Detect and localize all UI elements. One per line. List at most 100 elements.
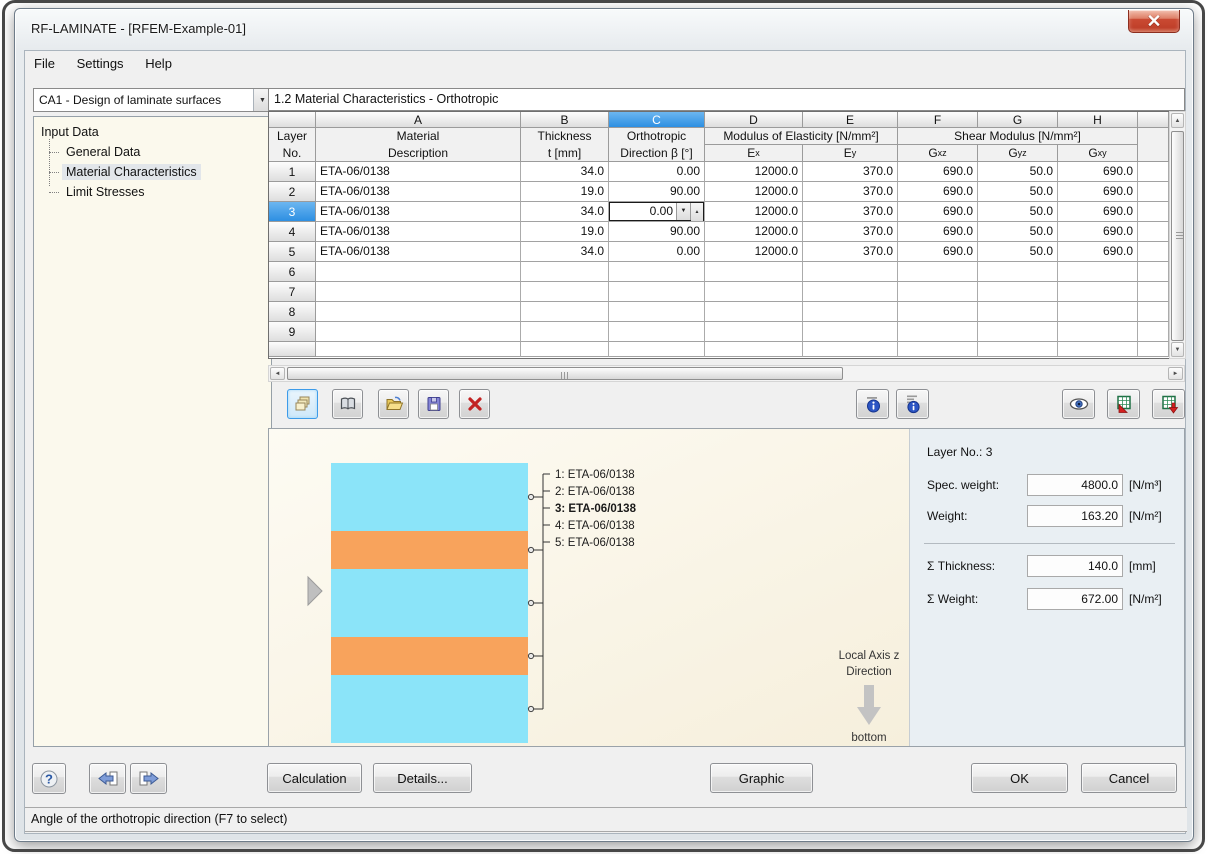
column-header-H[interactable]: H [1058,112,1138,128]
table-cell[interactable] [978,282,1058,302]
spinner-up-icon[interactable]: ▲ [691,203,703,222]
export-to-excel-button[interactable] [1152,389,1185,419]
table-cell[interactable]: 34.0 [521,162,609,182]
table-cell[interactable]: 690.0 [1058,182,1138,202]
table-cell[interactable]: ETA-06/0138 [316,222,521,242]
table-cell[interactable]: 90.00 [609,182,705,202]
table-cell[interactable]: 690.0 [1058,222,1138,242]
next-table-button[interactable] [130,763,167,794]
table-cell[interactable]: 0.00 [609,162,705,182]
table-cell[interactable]: ETA-06/0138 [316,202,521,222]
row-header[interactable]: 2 [269,182,316,202]
table-cell[interactable] [978,262,1058,282]
tree-item-limit-stresses[interactable]: Limit Stresses [49,182,268,202]
table-cell[interactable] [978,302,1058,322]
scroll-right-icon[interactable]: ► [1168,367,1183,380]
table-cell[interactable]: 690.0 [1058,202,1138,222]
table-cell[interactable]: 690.0 [1058,162,1138,182]
table-cell[interactable]: 50.0 [978,162,1058,182]
row-header[interactable]: 6 [269,262,316,282]
save-button[interactable] [418,389,449,419]
beta-spinner[interactable]: ▲▼ [690,203,703,220]
table-cell[interactable] [898,282,978,302]
row-header[interactable]: 9 [269,322,316,342]
calculation-button[interactable]: Calculation [267,763,362,793]
table-cell[interactable] [898,262,978,282]
table-cell[interactable]: 12000.0 [705,162,803,182]
table-cell[interactable]: 0.00 [609,242,705,262]
table-cell[interactable]: 690.0 [1058,242,1138,262]
row-header[interactable]: 3 [269,202,316,222]
table-cell[interactable] [705,302,803,322]
vertical-scroll-thumb[interactable] [1171,131,1184,341]
table-cell[interactable] [316,322,521,342]
table-cell[interactable]: ETA-06/0138 [316,162,521,182]
row-header[interactable]: 4 [269,222,316,242]
horizontal-scroll-thumb[interactable] [287,367,843,380]
table-cell[interactable]: 370.0 [803,162,898,182]
beta-edit-value[interactable]: 0.00 [610,203,676,220]
table-cell[interactable] [898,302,978,322]
table-cell[interactable]: 90.00 [609,222,705,242]
table-vertical-scrollbar[interactable]: ▲ ▼ [1169,111,1186,359]
material-library-button[interactable] [332,389,363,419]
table-cell[interactable]: 19.0 [521,182,609,202]
table-cell[interactable] [803,282,898,302]
row-header[interactable]: 7 [269,282,316,302]
table-cell[interactable] [803,302,898,322]
table-cell[interactable] [1058,302,1138,322]
titlebar[interactable]: RF-LAMINATE - [RFEM-Example-01] [15,9,1193,49]
table-cell[interactable]: ETA-06/0138 [316,182,521,202]
table-cell[interactable] [521,322,609,342]
table-cell[interactable] [609,282,705,302]
previous-table-button[interactable] [89,763,126,794]
table-cell[interactable]: 370.0 [803,222,898,242]
scroll-left-icon[interactable]: ◄ [270,367,285,380]
info-material-button[interactable] [856,389,889,419]
column-header-C[interactable]: C [609,112,705,128]
ok-button[interactable]: OK [971,763,1068,793]
column-header-B[interactable]: B [521,112,609,128]
table-cell[interactable] [705,322,803,342]
scroll-up-icon[interactable]: ▲ [1171,113,1184,128]
table-cell[interactable]: 690.0 [898,202,978,222]
close-button[interactable] [1128,10,1180,33]
graphic-button[interactable]: Graphic [710,763,813,793]
table-cell[interactable]: 50.0 [978,242,1058,262]
menu-file[interactable]: File [25,51,64,75]
table-cell[interactable]: 370.0 [803,242,898,262]
beta-dropdown-button[interactable]: ▼ [676,203,690,220]
column-header-F[interactable]: F [898,112,978,128]
table-cell[interactable] [705,262,803,282]
table-cell[interactable] [1058,282,1138,302]
table-cell[interactable] [1058,322,1138,342]
table-cell[interactable] [609,262,705,282]
tree-item-general-data[interactable]: General Data [49,142,268,162]
view-mode-button[interactable] [1062,389,1095,419]
table-cell[interactable]: 690.0 [898,162,978,182]
table-cell[interactable]: 690.0 [898,182,978,202]
row-header[interactable]: 5 [269,242,316,262]
table-cell[interactable]: 690.0 [898,222,978,242]
copy-layer-scheme-button[interactable] [287,389,318,419]
table-cell[interactable]: 12000.0 [705,242,803,262]
table-cell[interactable] [803,262,898,282]
table-cell[interactable]: 19.0 [521,222,609,242]
table-cell[interactable] [521,302,609,322]
table-cell[interactable]: 12000.0 [705,202,803,222]
table-cell[interactable] [316,282,521,302]
tree-root-input-data[interactable]: Input Data [37,122,268,142]
table-cell[interactable] [705,282,803,302]
import-from-excel-button[interactable] [1107,389,1140,419]
beta-cell-editor[interactable]: 0.00▼▲▼ [609,202,704,221]
scroll-down-icon[interactable]: ▼ [1171,342,1184,357]
table-cell[interactable] [803,322,898,342]
design-case-selector[interactable]: CA1 - Design of laminate surfaces ▼ [33,88,272,112]
table-cell[interactable]: 12000.0 [705,182,803,202]
table-cell[interactable] [1058,262,1138,282]
column-header-D[interactable]: D [705,112,803,128]
table-cell[interactable]: 12000.0 [705,222,803,242]
column-header-A[interactable]: A [316,112,521,128]
tree-item-material-characteristics[interactable]: Material Characteristics [49,162,268,182]
column-header-E[interactable]: E [803,112,898,128]
